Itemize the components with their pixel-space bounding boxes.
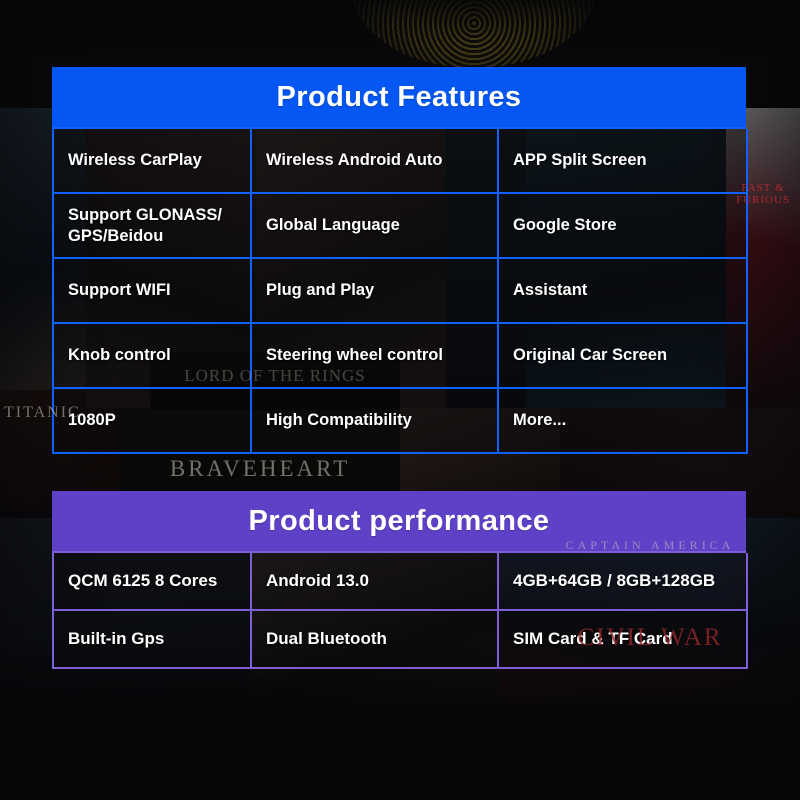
feature-cell[interactable]: More... bbox=[499, 389, 748, 454]
concentric-rings-shadow bbox=[352, 0, 596, 68]
feature-cell[interactable]: Plug and Play bbox=[252, 259, 499, 324]
poster-label: CAPTAIN AMERICA bbox=[565, 538, 735, 552]
poster-label: BRAVEHEART bbox=[169, 456, 351, 481]
product-features-panel: Product Features Wireless CarPlay Wirele… bbox=[52, 67, 748, 454]
product-features-title: Product Features bbox=[52, 67, 746, 127]
page-root: TITANIC FAST & FURIOUS BRAVEHEART CAPTAI… bbox=[0, 0, 800, 800]
feature-cell[interactable]: Original Car Screen bbox=[499, 324, 748, 389]
feature-cell[interactable]: Assistant bbox=[499, 259, 748, 324]
feature-cell[interactable]: Support WIFI bbox=[54, 259, 252, 324]
performance-cell[interactable]: Built-in Gps bbox=[54, 611, 252, 669]
product-features-table: Wireless CarPlay Wireless Android Auto A… bbox=[52, 127, 748, 454]
feature-cell[interactable]: Google Store bbox=[499, 194, 748, 259]
performance-cell[interactable]: Dual Bluetooth bbox=[252, 611, 499, 669]
feature-cell[interactable]: Wireless CarPlay bbox=[54, 129, 252, 194]
poster-label: TITANIC bbox=[4, 404, 81, 421]
poster-label: FAST & FURIOUS bbox=[735, 182, 791, 206]
performance-cell[interactable]: QCM 6125 8 Cores bbox=[54, 553, 252, 611]
performance-cell[interactable]: 4GB+64GB / 8GB+128GB bbox=[499, 553, 748, 611]
feature-cell[interactable]: Support GLONASS/ GPS/Beidou bbox=[54, 194, 252, 259]
feature-cell[interactable]: High Compatibility bbox=[252, 389, 499, 454]
feature-cell[interactable]: APP Split Screen bbox=[499, 129, 748, 194]
poster-label: LORD OF THE RINGS bbox=[184, 366, 366, 385]
feature-cell[interactable]: Global Language bbox=[252, 194, 499, 259]
performance-cell[interactable]: Android 13.0 bbox=[252, 553, 499, 611]
poster-label: CIVIL WAR bbox=[577, 624, 723, 651]
feature-cell[interactable]: Wireless Android Auto bbox=[252, 129, 499, 194]
